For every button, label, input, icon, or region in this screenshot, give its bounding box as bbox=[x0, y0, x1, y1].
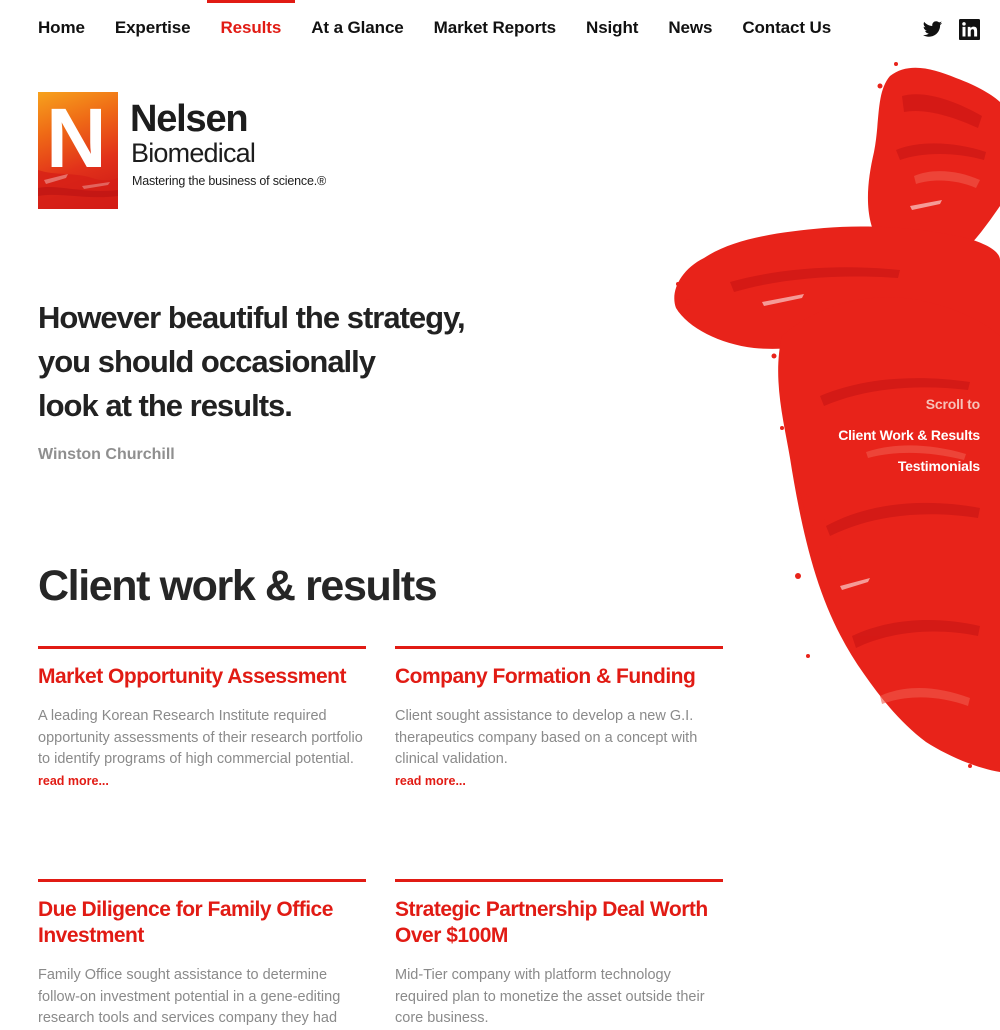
nav-nsight[interactable]: Nsight bbox=[586, 0, 638, 38]
card-description: Family Office sought assistance to deter… bbox=[38, 967, 341, 1027]
scroll-to-label: Scroll to bbox=[925, 396, 980, 412]
logo-name: Nelsen bbox=[130, 98, 249, 140]
read-more-link[interactable]: read more... bbox=[38, 774, 366, 788]
section-title: Client work & results bbox=[38, 562, 438, 610]
hero-quote: However beautiful the strategy, you shou… bbox=[38, 296, 558, 464]
scroll-link-testimonials[interactable]: Testimonials bbox=[838, 456, 980, 476]
nav-contact-us[interactable]: Contact Us bbox=[742, 0, 831, 38]
scroll-link-client-work[interactable]: Client Work & Results bbox=[838, 425, 980, 445]
nav-results[interactable]: Results bbox=[206, 0, 295, 38]
twitter-icon[interactable] bbox=[922, 19, 943, 40]
nav-at-a-glance[interactable]: At a Glance bbox=[311, 0, 404, 38]
card-title[interactable]: Strategic Partnership Deal Worth Over $1… bbox=[395, 882, 723, 949]
scroll-to-navigation: Scroll to Client Work & Results Testimon… bbox=[838, 394, 980, 476]
nav-home[interactable]: Home bbox=[38, 0, 85, 38]
quote-line: you should occasionally bbox=[38, 344, 376, 379]
logo-tagline: Mastering the business of science.® bbox=[132, 174, 326, 188]
social-links bbox=[922, 19, 980, 40]
nav-news[interactable]: News bbox=[668, 0, 712, 38]
card-description: Mid-Tier company with platform technolog… bbox=[395, 967, 705, 1027]
quote-line: However beautiful the strategy, bbox=[38, 300, 466, 335]
linkedin-icon[interactable] bbox=[959, 19, 980, 40]
result-card: Company Formation & Funding Client sough… bbox=[395, 646, 723, 788]
main-navigation: Home Expertise Results At a Glance Marke… bbox=[38, 0, 861, 56]
quote-line: look at the results. bbox=[38, 388, 293, 423]
logo-letter: N bbox=[46, 92, 107, 185]
company-logo[interactable]: N Nelsen Biomedical Mastering the busine… bbox=[38, 92, 348, 212]
quote-author: Winston Churchill bbox=[38, 446, 175, 463]
card-title[interactable]: Due Diligence for Family Office Investme… bbox=[38, 882, 366, 949]
result-card: Market Opportunity Assessment A leading … bbox=[38, 646, 366, 788]
nav-market-reports[interactable]: Market Reports bbox=[434, 0, 556, 38]
result-card: Due Diligence for Family Office Investme… bbox=[38, 879, 366, 1030]
card-title[interactable]: Market Opportunity Assessment bbox=[38, 649, 366, 690]
logo-mark: N bbox=[38, 92, 118, 209]
logo-subname: Biomedical bbox=[131, 138, 256, 168]
card-title[interactable]: Company Formation & Funding bbox=[395, 649, 723, 690]
read-more-link[interactable]: read more... bbox=[395, 774, 723, 788]
nav-expertise[interactable]: Expertise bbox=[115, 0, 191, 38]
result-card: Strategic Partnership Deal Worth Over $1… bbox=[395, 879, 723, 1030]
card-description: Client sought assistance to develop a ne… bbox=[395, 708, 698, 768]
card-description: A leading Korean Research Institute requ… bbox=[38, 708, 363, 768]
